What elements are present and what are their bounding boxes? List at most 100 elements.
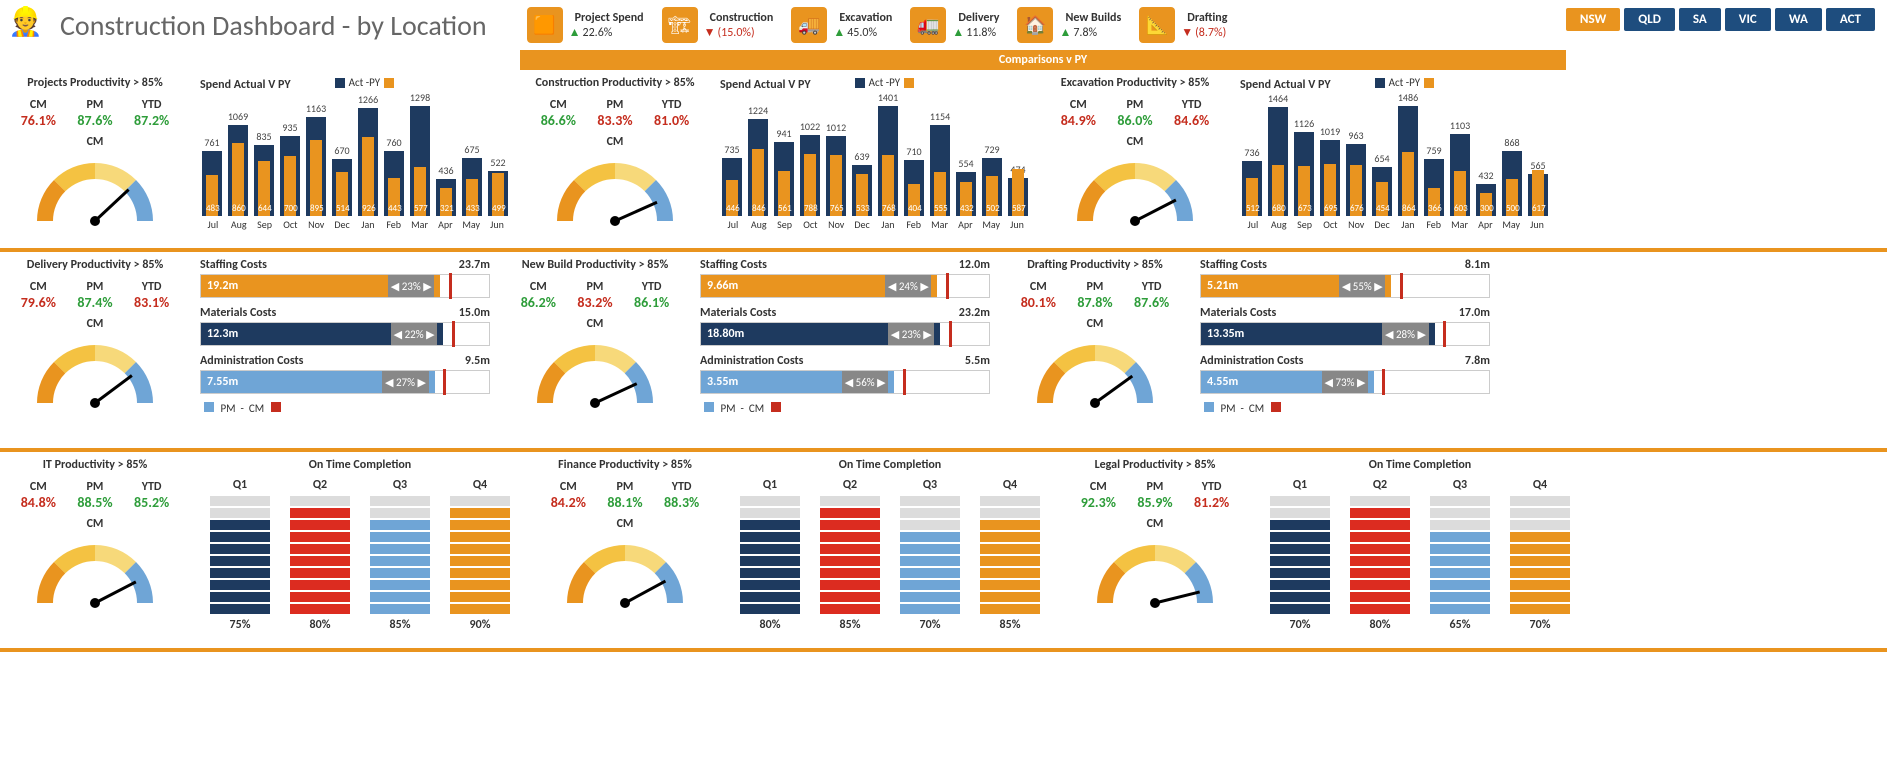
location-button-wa[interactable]: WA	[1775, 8, 1822, 31]
otc-segment	[820, 604, 880, 614]
otc-segment	[1270, 496, 1330, 506]
cost-bar: 13.35m◀ 28% ▶	[1200, 322, 1490, 346]
metric-cm: 92.3%	[1081, 494, 1116, 511]
location-button-act[interactable]: ACT	[1826, 8, 1875, 31]
cost-delta: ◀ 73% ▶	[1322, 371, 1368, 393]
cost-block: Administration Costs5.5m3.55m◀ 56% ▶	[700, 354, 990, 394]
bar-value-py: 673	[1298, 203, 1310, 214]
cost-delta: ◀ 22% ▶	[391, 323, 437, 345]
metric-label-cm: CM	[1081, 480, 1116, 494]
bar-value-py: 499	[492, 203, 504, 214]
productivity-cell: Drafting Productivity > 85%CM80.1%PM87.8…	[1000, 252, 1190, 448]
bar-py: 514	[336, 172, 348, 216]
otc-segment	[370, 520, 430, 530]
row-1: Projects Productivity > 85%CM76.1%PM87.6…	[0, 70, 1887, 252]
otc-value: 70%	[920, 618, 941, 632]
metric-pm: 87.6%	[77, 112, 112, 129]
metric-label-ytd: YTD	[134, 480, 169, 494]
arrow-up-icon: ▲	[1059, 26, 1071, 40]
arrow-down-icon: ▼	[704, 26, 716, 40]
location-button-nsw[interactable]: NSW	[1566, 8, 1620, 31]
otc-stack	[1510, 496, 1570, 614]
otc-segment	[900, 568, 960, 578]
productivity-cell: Delivery Productivity > 85%CM79.6%PM87.4…	[0, 252, 190, 448]
bar-chart-cell: Spend Actual V PYAct - PY761483106986083…	[190, 70, 520, 248]
bar-py: 695	[1324, 164, 1336, 215]
otc-segment	[290, 568, 350, 578]
bar-py: 483	[206, 175, 218, 216]
bar-py: 644	[258, 161, 270, 216]
bar-py: 926	[362, 137, 374, 215]
bar-category: Dec	[1369, 218, 1395, 231]
otc-segment	[290, 556, 350, 566]
productivity-cell: IT Productivity > 85%CM84.8%PM88.5%YTD85…	[0, 452, 190, 648]
bar-py: 443	[388, 178, 400, 216]
bar-group: 639533	[850, 96, 874, 216]
metric-pm: 88.1%	[607, 494, 642, 511]
bar-value-py: 512	[1246, 203, 1258, 214]
otc-segment	[900, 520, 960, 530]
gauge: CM	[1050, 135, 1220, 235]
otc-segment	[1430, 580, 1490, 590]
metric-ytd: 88.3%	[664, 494, 699, 511]
otc-segment	[370, 556, 430, 566]
location-button-sa[interactable]: SA	[1679, 8, 1721, 31]
otc-segment	[370, 580, 430, 590]
otc-segment	[1350, 556, 1410, 566]
bar-value-py: 533	[856, 203, 868, 214]
cost-delta: ◀ 27% ▶	[382, 371, 428, 393]
otc-value: 80%	[310, 618, 331, 632]
metric-label-pm: PM	[77, 280, 112, 294]
otc-segment	[290, 580, 350, 590]
bar-group: 1022788	[798, 96, 822, 216]
bar-py: 555	[934, 172, 946, 216]
otc-segment	[370, 544, 430, 554]
otc-segment	[1270, 532, 1330, 542]
cost-cell: Staffing Costs8.1m5.21m◀ 55% ▶Materials …	[1190, 252, 1500, 448]
otc-stack	[1350, 496, 1410, 614]
bar-value-py: 443	[388, 203, 400, 214]
bar-py: 561	[778, 171, 790, 215]
otc-segment	[900, 592, 960, 602]
otc-segment	[210, 580, 270, 590]
bar-value-py: 433	[466, 203, 478, 214]
bar-py: 533	[856, 174, 868, 216]
bar-value-py: 617	[1532, 203, 1544, 214]
otc-segment	[290, 532, 350, 542]
otc-value: 75%	[230, 618, 251, 632]
metric-cm: 84.8%	[21, 494, 56, 511]
bar-value-py: 432	[960, 203, 972, 214]
productivity-cell: Finance Productivity > 85%CM84.2%PM88.1%…	[530, 452, 720, 648]
bar-category: Jan	[1395, 218, 1421, 231]
cost-block: Administration Costs9.5m7.55m◀ 27% ▶	[200, 354, 490, 394]
bar-value-py: 695	[1324, 203, 1336, 214]
otc-segment	[290, 544, 350, 554]
gauge: CM	[10, 517, 180, 617]
cost-block: Staffing Costs23.7m19.2m◀ 23% ▶	[200, 258, 490, 298]
productivity-metrics: CM79.6%PM87.4%YTD83.1%	[10, 280, 180, 311]
bar-value-actual: 868	[1500, 136, 1524, 149]
metric-label-ytd: YTD	[1194, 480, 1229, 494]
location-button-qld[interactable]: QLD	[1624, 8, 1675, 31]
metric-label-cm: CM	[1021, 280, 1056, 294]
cost-name: Staffing Costs	[700, 258, 767, 272]
otc-value: 85%	[840, 618, 861, 632]
location-button-vic[interactable]: VIC	[1725, 8, 1771, 31]
bar-py: 432	[960, 182, 972, 216]
kpi-label: Excavation	[839, 11, 892, 25]
bar-value-py: 680	[1272, 203, 1284, 214]
bar-value-actual: 1019	[1318, 125, 1342, 138]
bar-chart-cell: Spend Actual V PYAct - PY735446122484694…	[710, 70, 1040, 248]
bar-category: Feb	[1421, 218, 1447, 231]
metric-cm: 86.6%	[541, 112, 576, 129]
bar-py: 680	[1272, 165, 1284, 215]
bar-group: 759366	[1422, 96, 1446, 216]
bar-group: 1486864	[1396, 96, 1420, 216]
otc-segment	[1510, 556, 1570, 566]
cost-name: Staffing Costs	[200, 258, 267, 272]
otc-column: Q285%	[820, 478, 880, 632]
bar-py: 768	[882, 155, 894, 215]
bar-category: Sep	[1292, 218, 1318, 231]
cost-mark	[1400, 273, 1403, 299]
productivity-cell: Legal Productivity > 85%CM92.3%PM85.9%YT…	[1060, 452, 1250, 648]
